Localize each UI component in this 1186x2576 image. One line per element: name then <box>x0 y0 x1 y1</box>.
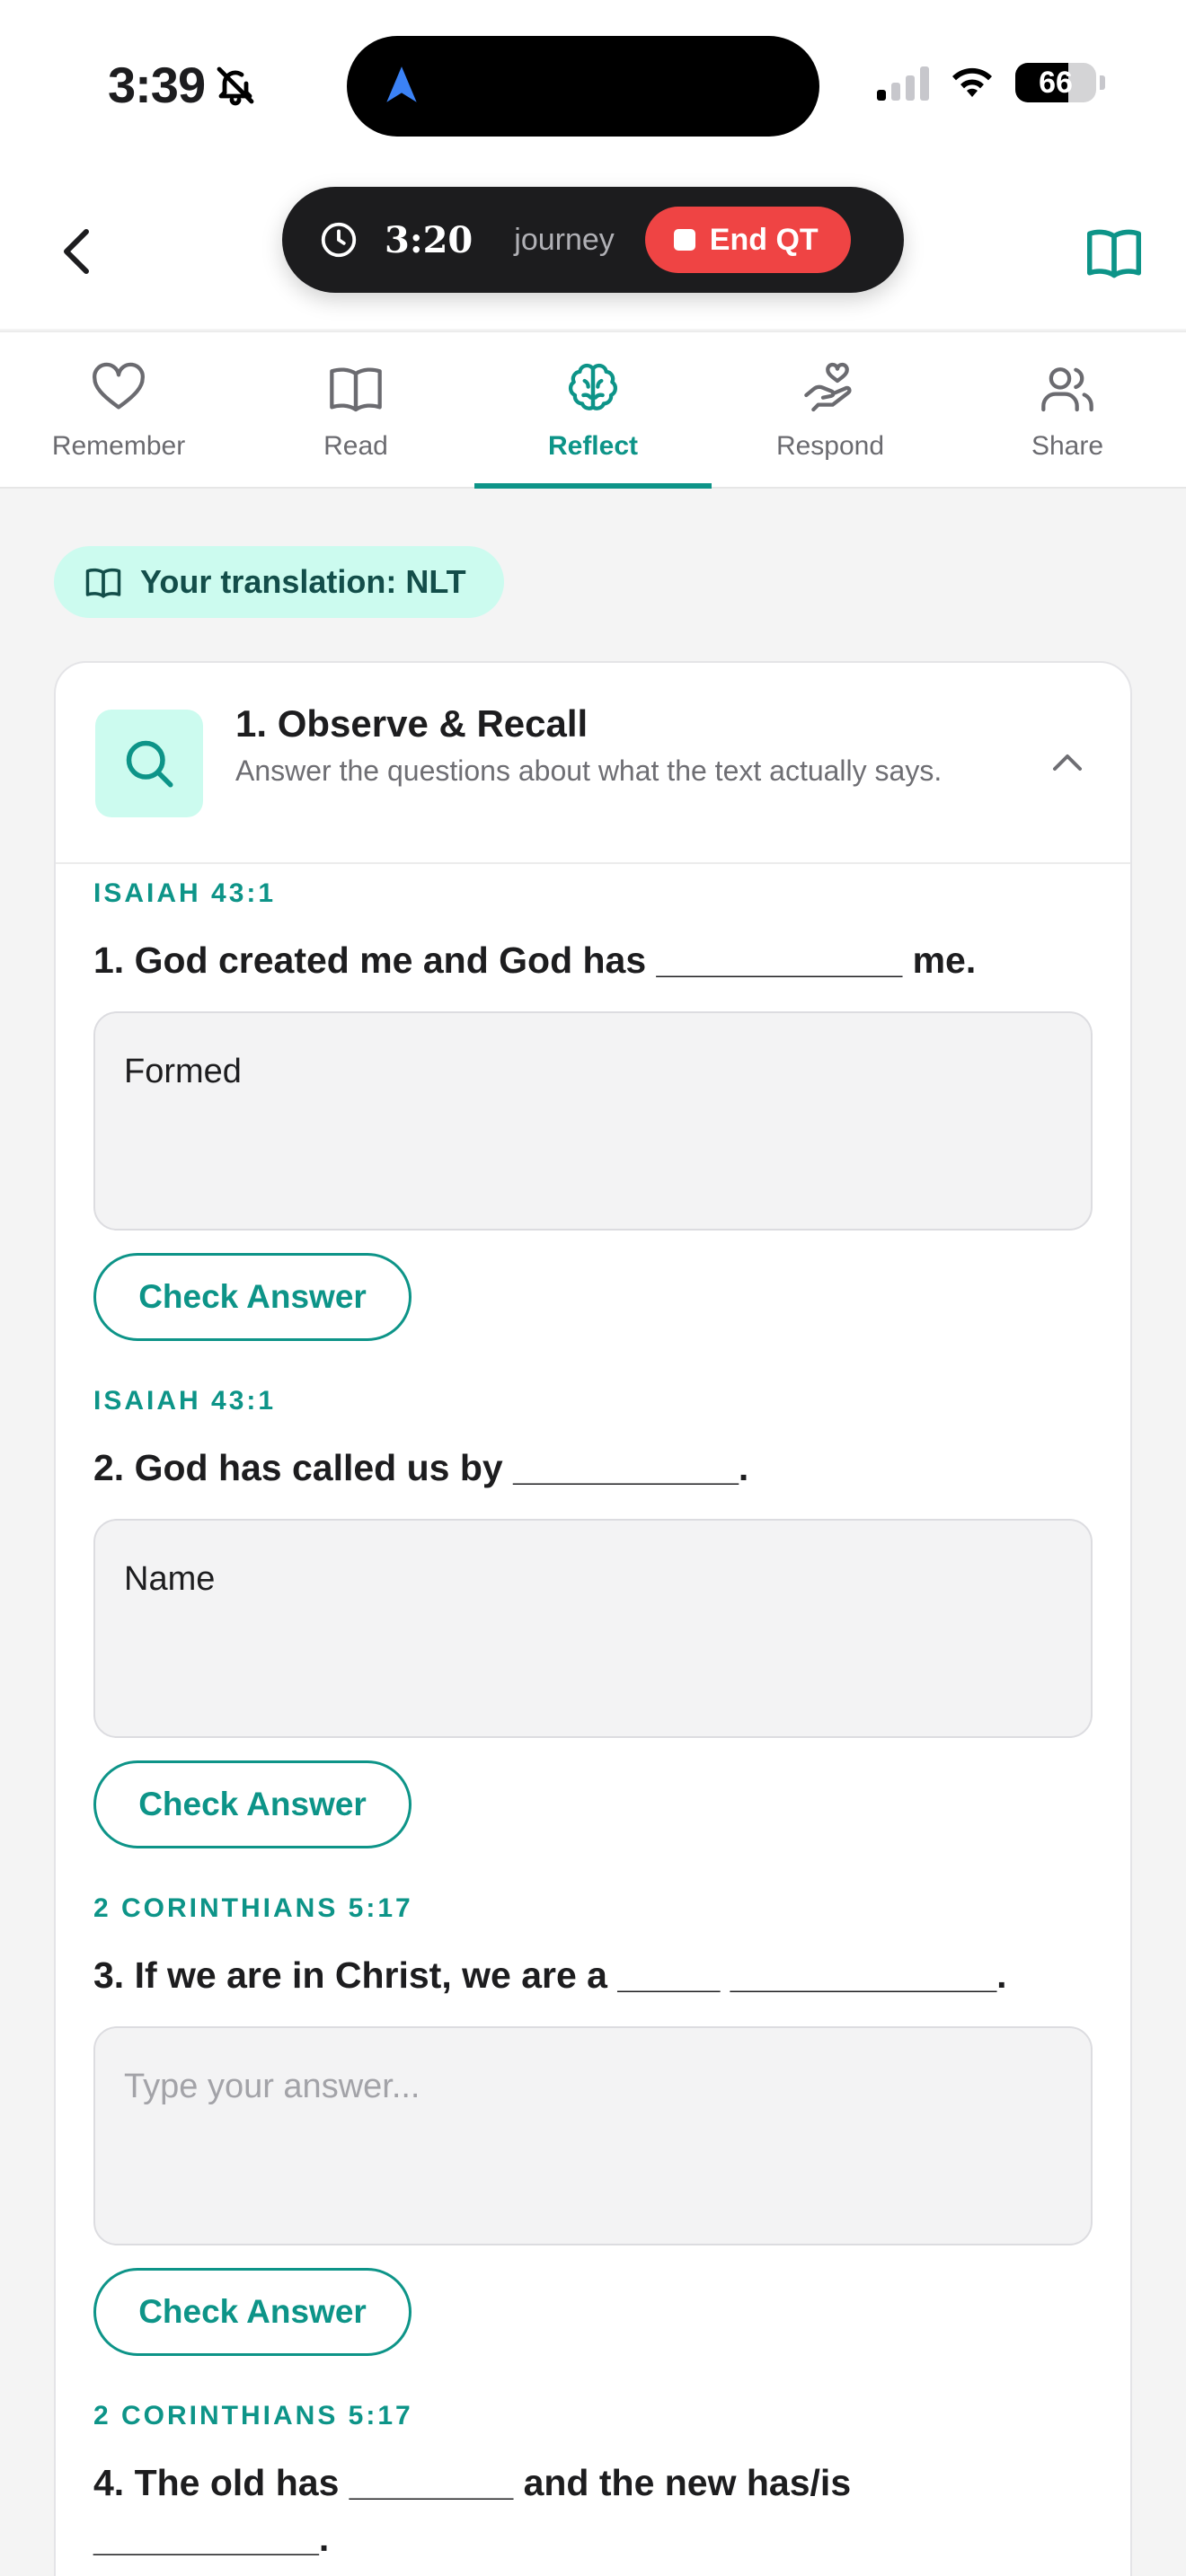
timer-elapsed: 3:20 <box>385 218 474 261</box>
dynamic-island <box>347 36 819 137</box>
question-1-answer-input[interactable]: Formed <box>93 1011 1093 1231</box>
battery-icon: 66 <box>1015 63 1096 102</box>
chevron-left-icon <box>64 229 89 274</box>
tab-share-label: Share <box>1031 431 1104 461</box>
back-button[interactable] <box>54 225 99 278</box>
battery-tip <box>1100 75 1105 90</box>
status-indicators: 66 <box>877 63 1105 102</box>
users-icon <box>1041 367 1093 412</box>
section-icon <box>95 710 203 817</box>
question-3-answer-input[interactable]: Type your answer... <box>93 2026 1093 2245</box>
location-arrow-icon <box>386 66 417 102</box>
question-3-text: 3. If we are in Christ, we are a _____ _… <box>93 1954 1007 1996</box>
brain-icon <box>568 363 618 410</box>
end-qt-button[interactable]: End QT <box>644 207 851 273</box>
tab-read-label: Read <box>323 431 388 461</box>
end-qt-label: End QT <box>709 222 819 257</box>
tab-respond[interactable]: Respond <box>712 332 949 487</box>
search-icon <box>126 740 173 788</box>
chevron-up-icon[interactable] <box>1046 742 1089 785</box>
heart-icon <box>93 362 145 410</box>
question-2-check-answer-button[interactable]: Check Answer <box>93 1760 412 1848</box>
tab-reflect[interactable]: Reflect <box>474 332 712 489</box>
quiet-time-timer: 3:20 journey End QT <box>282 187 904 293</box>
status-time-text: 3:39 <box>108 57 206 113</box>
clock-icon <box>321 222 357 258</box>
tab-remember-label: Remember <box>51 431 186 461</box>
hand-heart-icon <box>804 362 852 412</box>
question-1-text: 1. God created me and God has __________… <box>93 940 977 981</box>
status-bar: 3:39 66 <box>0 0 1186 171</box>
bell-off-icon <box>217 66 254 105</box>
question-4-reference: 2 CORINTHIANS 5:17 <box>93 2401 413 2430</box>
book-icon <box>85 568 121 598</box>
cellular-signal-icon <box>877 65 929 101</box>
question-2-reference: ISAIAH 43:1 <box>93 1386 277 1416</box>
battery-level: 66 <box>1039 65 1073 100</box>
stop-icon <box>673 229 695 251</box>
tab-remember[interactable]: Remember <box>0 332 237 487</box>
tab-bar: Remember Read Reflect Respond Share <box>0 331 1186 489</box>
question-2-answer-input[interactable]: Name <box>93 1519 1093 1738</box>
tab-read[interactable]: Read <box>237 332 474 487</box>
question-1-check-answer-button[interactable]: Check Answer <box>93 1253 412 1341</box>
section-title: 1. Observe & Recall <box>235 702 589 745</box>
book-icon <box>330 367 382 412</box>
translation-chip[interactable]: Your translation: NLT <box>54 546 504 618</box>
open-bible-button[interactable] <box>1078 217 1150 289</box>
translation-label: Your translation: NLT <box>140 563 466 600</box>
app-header: 3:20 journey End QT <box>0 171 1186 329</box>
wifi-icon <box>952 67 992 97</box>
question-2-text: 2. God has called us by ___________. <box>93 1447 749 1488</box>
question-3-check-answer-button[interactable]: Check Answer <box>93 2268 412 2356</box>
section-header[interactable]: 1. Observe & Recall Answer the questions… <box>56 663 1130 864</box>
status-time: 3:39 <box>108 56 257 114</box>
tab-respond-label: Respond <box>775 431 885 461</box>
timer-mode: journey <box>514 222 615 257</box>
tab-reflect-label: Reflect <box>547 431 639 461</box>
question-3-reference: 2 CORINTHIANS 5:17 <box>93 1893 413 1923</box>
question-4-text: 4. The old has ________ and the new has/… <box>93 2462 852 2559</box>
question-1-reference: ISAIAH 43:1 <box>93 878 277 908</box>
section-subtitle: Answer the questions about what the text… <box>235 754 943 787</box>
tab-share[interactable]: Share <box>949 332 1186 487</box>
book-open-icon <box>1087 229 1141 278</box>
